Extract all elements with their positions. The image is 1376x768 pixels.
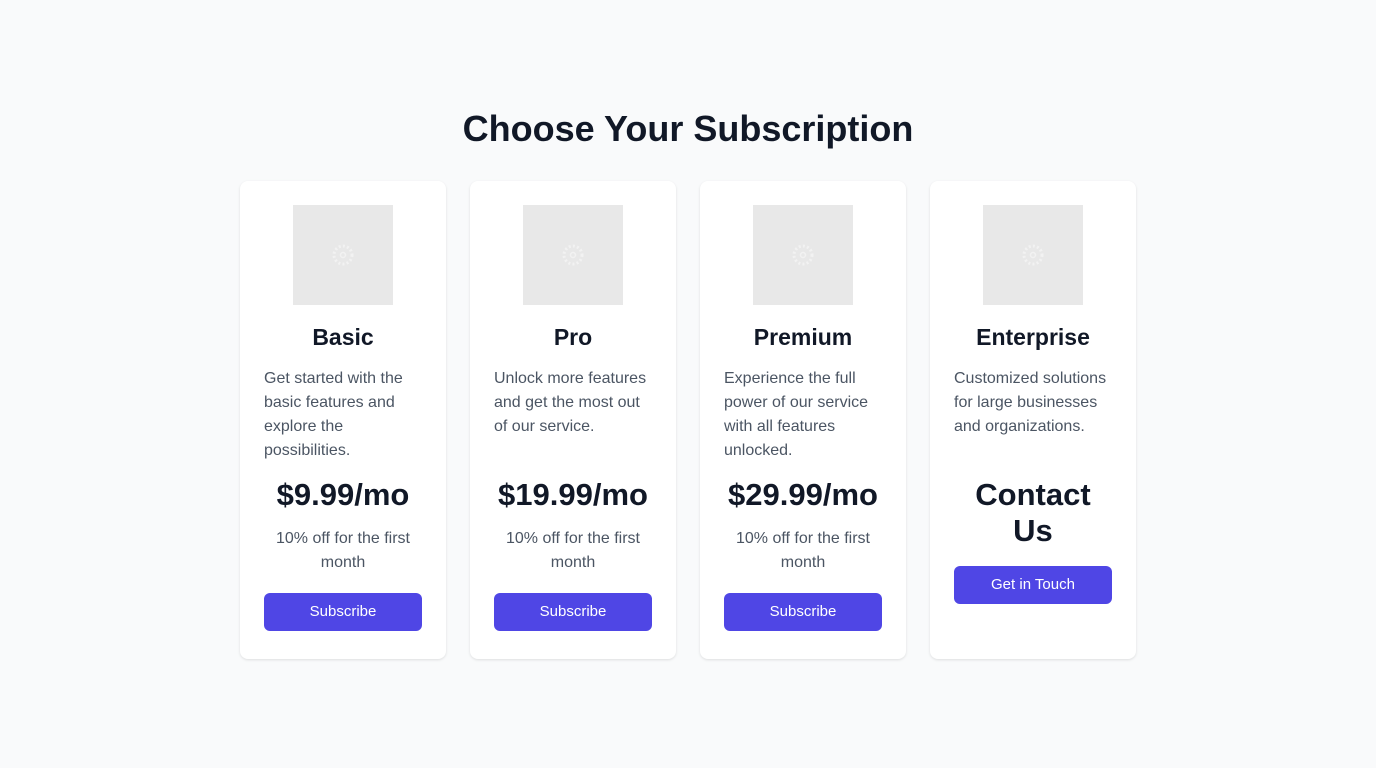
plan-discount-note: 10% off for the first month (276, 530, 410, 571)
image-placeholder-icon (1022, 244, 1044, 266)
plan-description: Customized solutions for large businesse… (954, 370, 1107, 435)
page-title: Choose Your Subscription (462, 108, 914, 149)
plan-name: Enterprise (976, 324, 1090, 350)
plan-card-enterprise: Enterprise Customized solutions for larg… (930, 181, 1136, 659)
image-placeholder-icon (792, 244, 814, 266)
plan-price: $19.99/mo (498, 477, 648, 512)
subscribe-pro-button[interactable]: Subscribe (494, 593, 652, 631)
plan-card-basic: Basic Get started with the basic feature… (240, 181, 446, 659)
plan-name: Basic (312, 324, 374, 350)
plan-cards: Basic Get started with the basic feature… (240, 181, 1136, 659)
plan-name: Pro (553, 324, 593, 350)
plan-price: $29.99/mo (728, 477, 878, 512)
plan-image (293, 205, 393, 305)
plan-discount-note: 10% off for the first month (506, 530, 640, 571)
plan-card-premium: Premium Experience the full power of our… (700, 181, 906, 659)
plan-image (983, 205, 1083, 305)
plan-image (523, 205, 623, 305)
plan-description: Get started with the basic features and … (264, 370, 403, 459)
plan-name: Premium (753, 324, 853, 350)
pricing-page: Choose Your Subscription Basic Get start… (0, 0, 1376, 768)
subscribe-basic-button[interactable]: Subscribe (264, 593, 422, 631)
plan-description: Unlock more features and get the most ou… (494, 370, 647, 435)
plan-discount-note: 10% off for the first month (736, 530, 870, 571)
subscribe-premium-button[interactable]: Subscribe (724, 593, 882, 631)
get-in-touch-button[interactable]: Get in Touch (954, 566, 1112, 604)
image-placeholder-icon (562, 244, 584, 266)
image-placeholder-icon (332, 244, 354, 266)
plan-image (753, 205, 853, 305)
plan-price: Contact Us (975, 477, 1091, 548)
plan-price: $9.99/mo (276, 477, 410, 512)
plan-card-pro: Pro Unlock more features and get the mos… (470, 181, 676, 659)
plan-description: Experience the full power of our service… (724, 370, 869, 459)
